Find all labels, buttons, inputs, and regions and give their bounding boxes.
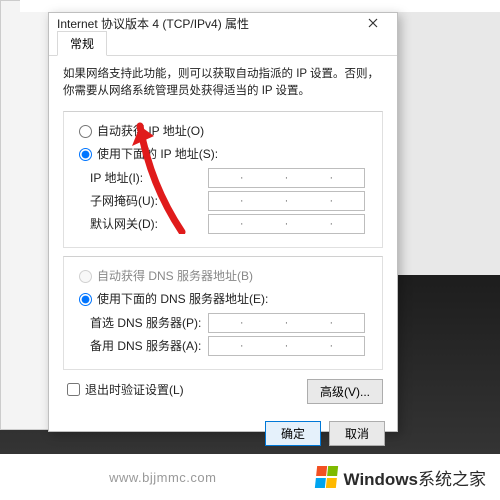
dns-group: 自动获得 DNS 服务器地址(B) 使用下面的 DNS 服务器地址(E): 首选…: [63, 256, 383, 370]
radio-dns-manual[interactable]: 使用下面的 DNS 服务器地址(E):: [74, 290, 372, 307]
cancel-button[interactable]: 取消: [329, 421, 385, 446]
window-title: Internet 协议版本 4 (TCP/IPv4) 属性: [57, 15, 355, 32]
input-ip-address[interactable]: [208, 168, 365, 188]
checkbox-validate[interactable]: 退出时验证设置(L): [63, 380, 184, 399]
input-subnet-mask[interactable]: [208, 191, 365, 211]
tab-row: 常规: [49, 33, 397, 56]
radio-ip-manual-input[interactable]: [79, 148, 92, 161]
radio-ip-auto-input[interactable]: [79, 125, 92, 138]
ipv4-properties-dialog: Internet 协议版本 4 (TCP/IPv4) 属性 常规 如果网络支持此…: [48, 12, 398, 432]
radio-dns-auto-label: 自动获得 DNS 服务器地址(B): [97, 267, 253, 284]
ok-button[interactable]: 确定: [265, 421, 321, 446]
radio-ip-auto-label: 自动获得 IP 地址(O): [97, 122, 204, 139]
radio-ip-manual-label: 使用下面的 IP 地址(S):: [97, 145, 218, 162]
radio-dns-auto: 自动获得 DNS 服务器地址(B): [74, 267, 372, 284]
input-default-gateway[interactable]: [208, 214, 365, 234]
titlebar: Internet 协议版本 4 (TCP/IPv4) 属性: [49, 13, 397, 33]
radio-dns-auto-input: [79, 270, 92, 283]
radio-dns-manual-input[interactable]: [79, 293, 92, 306]
input-dns-alternate[interactable]: [208, 336, 365, 356]
checkbox-validate-label: 退出时验证设置(L): [85, 381, 184, 398]
radio-ip-manual[interactable]: 使用下面的 IP 地址(S):: [74, 145, 372, 162]
watermark-footer: www.bjjmmc.com Windows系统之家: [0, 454, 500, 500]
watermark-url: www.bjjmmc.com: [10, 470, 316, 485]
close-icon[interactable]: [355, 13, 391, 33]
checkbox-validate-input[interactable]: [67, 383, 80, 396]
watermark-brand: Windows系统之家: [344, 465, 486, 490]
advanced-button[interactable]: 高级(V)...: [307, 379, 383, 404]
radio-dns-manual-label: 使用下面的 DNS 服务器地址(E):: [97, 290, 268, 307]
description-text: 如果网络支持此功能，则可以获取自动指派的 IP 设置。否则，你需要从网络系统管理…: [63, 66, 383, 101]
label-dns-preferred: 首选 DNS 服务器(P):: [90, 314, 208, 331]
input-dns-preferred[interactable]: [208, 313, 365, 333]
label-default-gateway: 默认网关(D):: [90, 215, 208, 232]
tab-general[interactable]: 常规: [57, 31, 107, 56]
windows-logo-icon: [314, 466, 338, 488]
radio-ip-auto[interactable]: 自动获得 IP 地址(O): [74, 122, 372, 139]
label-dns-alternate: 备用 DNS 服务器(A):: [90, 337, 208, 354]
label-ip-address: IP 地址(I):: [90, 169, 208, 186]
ip-group: 自动获得 IP 地址(O) 使用下面的 IP 地址(S): IP 地址(I): …: [63, 111, 383, 248]
label-subnet-mask: 子网掩码(U):: [90, 192, 208, 209]
